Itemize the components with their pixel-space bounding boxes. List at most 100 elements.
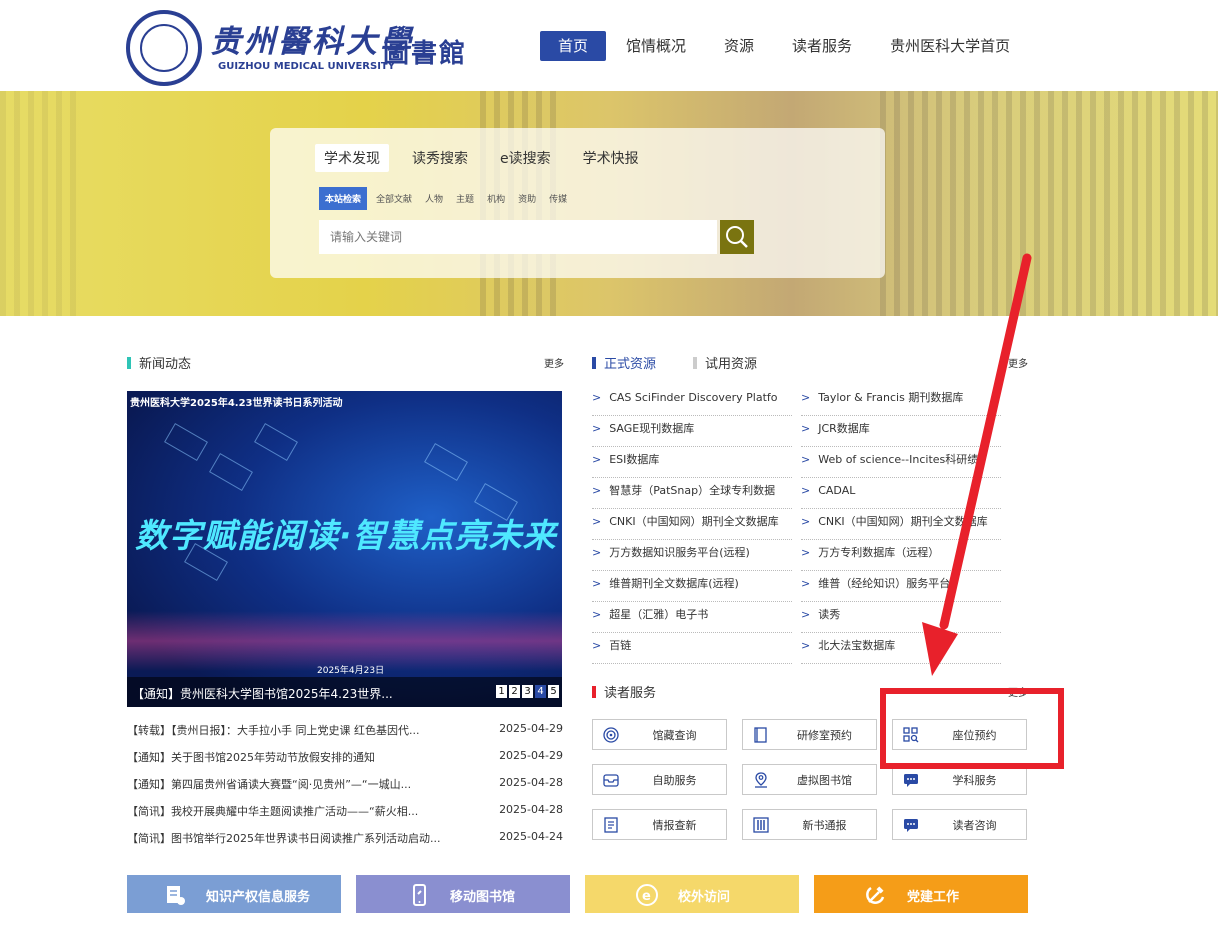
svg-text:e: e [642,889,651,904]
party-building-button[interactable]: 党建工作 [814,875,1028,913]
chevron-right-icon: > [801,639,811,652]
resource-item-label: ESI数据库 [609,453,660,466]
resource-item[interactable]: > CADAL [801,478,1001,509]
scope-funding[interactable]: 资助 [518,192,536,205]
news-item-title: 【简讯】图书馆举行2025年世界读书日阅读推广系列活动启动... [127,832,441,845]
search-button[interactable] [720,220,754,254]
carousel-page-4[interactable]: 4 [535,685,546,698]
chevron-right-icon: > [592,515,602,528]
chevron-right-icon: > [801,453,811,466]
mobile-library-button[interactable]: 移动图书馆 [356,875,570,913]
scope-institution[interactable]: 机构 [487,192,505,205]
carousel-page-5[interactable]: 5 [548,685,559,698]
resource-item[interactable]: > 超星（汇雅）电子书 [592,602,792,633]
carousel-caption[interactable]: 【通知】贵州医科大学图书馆2025年4.23世界... [132,685,393,702]
chevron-right-icon: > [592,577,602,590]
resource-item[interactable]: > 维普期刊全文数据库(远程) [592,571,792,602]
resource-item[interactable]: > CNKI（中国知网）期刊全文数据库 [801,509,1001,540]
scope-site[interactable]: 本站检索 [319,187,368,210]
book-icon [754,727,767,743]
news-item-date: 2025-04-28 [499,803,563,816]
formal-resources-label: 正式资源 [604,357,657,372]
service-reader-consultation[interactable]: 读者咨询 [892,809,1027,840]
news-item-title: 【转载】【贵州日报】：大手拉小手 同上党史课 红色基因代... [127,724,420,737]
carousel-page-1[interactable]: 1 [496,685,507,698]
resource-item[interactable]: > 智慧芽（PatSnap）全球专利数据 [592,478,792,509]
resource-item-label: CNKI（中国知网）期刊全文数据库 [609,515,779,528]
service-virtual-library[interactable]: 虚拟图书馆 [742,764,877,795]
chevron-right-icon: > [801,546,811,559]
university-seal-logo[interactable] [126,10,202,86]
resource-item[interactable]: > ESI数据库 [592,447,792,478]
scope-media[interactable]: 传媒 [549,192,567,205]
resource-item[interactable]: > 北大法宝数据库 [801,633,1001,664]
service-collection-search[interactable]: 馆藏查询 [592,719,727,750]
carousel-caption-bar: 【通知】贵州医科大学图书馆2025年4.23世界... 1 2 3 4 5 [127,677,562,707]
search-input[interactable] [319,220,717,254]
map-pin-icon [755,772,767,788]
nav-reader-services[interactable]: 读者服务 [774,31,870,61]
tab-duxiu-search[interactable]: 读秀搜索 [403,144,477,172]
trial-resources-label: 试用资源 [705,357,758,372]
news-carousel[interactable]: 贵州医科大学2025年4.23世界读书日系列活动 数字赋能阅读·智慧点亮未来 2… [127,391,562,707]
carousel-page-2[interactable]: 2 [509,685,520,698]
reader-services-title-text: 读者服务 [604,686,657,701]
university-english-name: GUIZHOU MEDICAL UNIVERSITY [218,61,395,72]
nav-resources[interactable]: 资源 [706,31,772,61]
tab-academic-news[interactable]: 学术快报 [574,144,648,172]
ip-info-service-button[interactable]: 知识产权信息服务 [127,875,341,913]
service-novelty-search[interactable]: 情报查新 [592,809,727,840]
scope-topic[interactable]: 主题 [456,192,474,205]
resource-item[interactable]: > JCR数据库 [801,416,1001,447]
bookshelf-decoration [0,91,80,316]
resource-item[interactable]: > 百链 [592,633,792,664]
tab-formal-resources[interactable]: 正式资源 [592,353,656,372]
tab-academic-discovery[interactable]: 学术发现 [315,144,389,172]
resource-item[interactable]: > Taylor & Francis 期刊数据库 [801,385,1001,416]
news-item[interactable]: 【通知】第四届贵州省诵读大赛暨“阅·见贵州”—“一城山... 2025-04-28 [127,776,563,803]
news-section-title: 新闻动态 [127,353,191,372]
resource-item[interactable]: > CNKI（中国知网）期刊全文数据库 [592,509,792,540]
news-more-link[interactable]: 更多 [544,355,564,370]
resource-item[interactable]: > Web of science--Incites科研绩 [801,447,1001,478]
main-nav: 首页 馆情概况 资源 读者服务 贵州医科大学首页 [540,31,1030,61]
resources-more-link[interactable]: 更多 [1008,355,1028,370]
off-campus-access-button[interactable]: e 校外访问 [585,875,799,913]
resource-item-label: Taylor & Francis 期刊数据库 [818,391,964,404]
service-study-room-booking[interactable]: 研修室预约 [742,719,877,750]
news-item[interactable]: 【转载】【贵州日报】：大手拉小手 同上党史课 红色基因代... 2025-04-2… [127,722,563,749]
carousel-top-caption: 贵州医科大学2025年4.23世界读书日系列活动 [130,398,343,409]
resource-item-label: 超星（汇雅）电子书 [609,608,709,621]
tab-trial-resources[interactable]: 试用资源 [693,353,757,372]
chevron-right-icon: > [801,422,811,435]
news-item-date: 2025-04-28 [499,776,563,789]
tab-e-read-search[interactable]: e读搜索 [491,144,560,172]
nav-home[interactable]: 首页 [540,31,607,61]
chat-icon [904,774,918,787]
bottom-button-label: 移动图书馆 [450,890,516,905]
service-self-service[interactable]: 自助服务 [592,764,727,795]
reader-services-title: 读者服务 [592,682,656,701]
scope-all[interactable]: 全部文献 [376,192,412,205]
resource-item[interactable]: > 万方专利数据库（远程） [801,540,1001,571]
resource-item-label: JCR数据库 [818,422,870,435]
resource-item[interactable]: > 维普（经纶知识）服务平台 [801,571,1001,602]
scope-people[interactable]: 人物 [425,192,443,205]
service-label: 读者咨询 [952,819,997,832]
news-item[interactable]: 【简讯】图书馆举行2025年世界读书日阅读推广系列活动启动... 2025-04-… [127,830,563,857]
resource-item[interactable]: > SAGE现刊数据库 [592,416,792,447]
resource-item[interactable]: > CAS SciFinder Discovery Platfo [592,385,792,416]
carousel-page-3[interactable]: 3 [522,685,533,698]
news-item-date: 2025-04-29 [499,749,563,762]
chevron-right-icon: > [592,639,602,652]
resource-item[interactable]: > 万方数据知识服务平台(远程) [592,540,792,571]
chevron-right-icon: > [801,577,811,590]
nav-university-home[interactable]: 贵州医科大学首页 [872,31,1028,61]
service-new-books[interactable]: 新书通报 [742,809,877,840]
chevron-right-icon: > [801,608,811,621]
news-item[interactable]: 【简讯】我校开展典耀中华主题阅读推广活动——“薪火相... 2025-04-28 [127,803,563,830]
nav-about[interactable]: 馆情概况 [608,31,704,61]
chevron-right-icon: > [801,391,811,404]
resource-item[interactable]: > 读秀 [801,602,1001,633]
news-item[interactable]: 【通知】关于图书馆2025年劳动节放假安排的通知 2025-04-29 [127,749,563,776]
